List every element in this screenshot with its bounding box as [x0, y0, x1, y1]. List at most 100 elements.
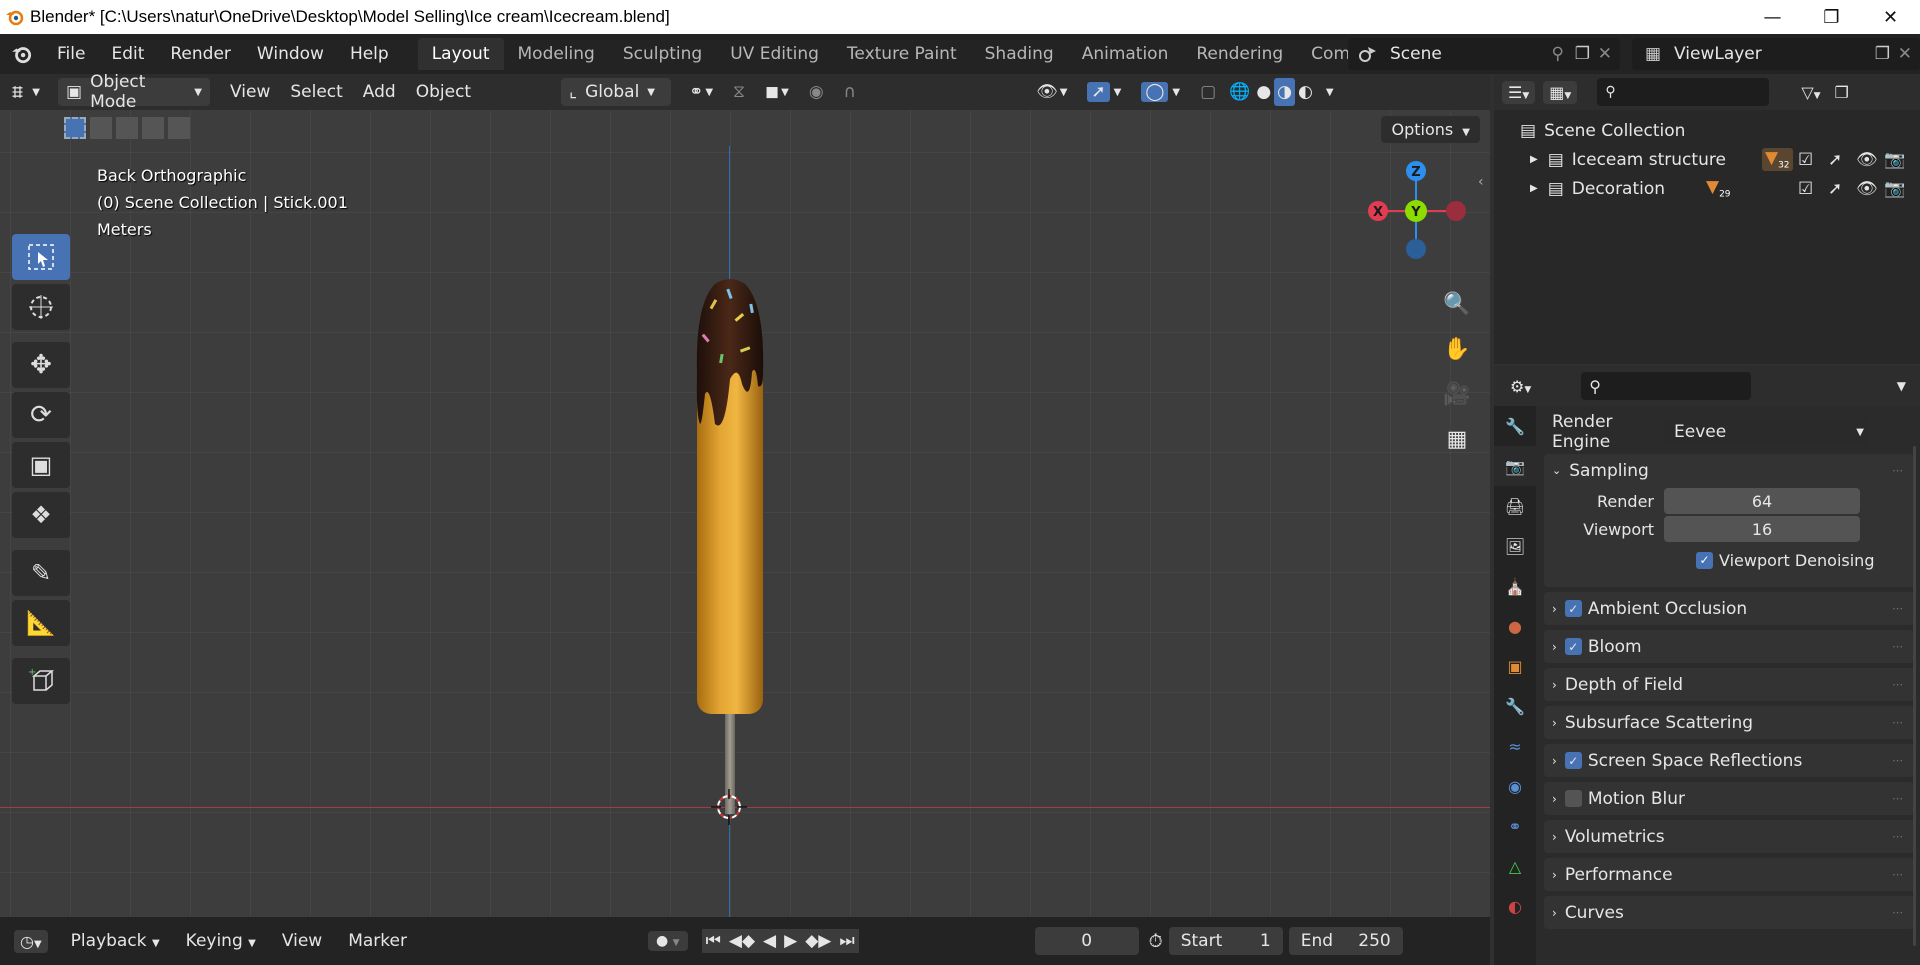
render-camera-icon[interactable]: 📷 — [1884, 179, 1905, 199]
panel-volumetrics[interactable]: › Volumetrics ⋯ — [1544, 820, 1914, 853]
drag-handle-icon[interactable]: ⋯ — [1892, 640, 1904, 653]
drag-handle-icon[interactable]: ⋯ — [1892, 754, 1904, 767]
timeline-menu-keying[interactable]: Keying ▼ — [173, 931, 269, 951]
transform-orientation-dropdown[interactable]: ⌞ Global ▼ — [561, 78, 672, 106]
sampling-panel-header[interactable]: ⌄ Sampling ⋯ — [1544, 454, 1914, 487]
drag-handle-icon[interactable]: ⋯ — [1892, 792, 1904, 805]
visibility-icon[interactable]: 👁 ▼ — [1026, 78, 1077, 106]
checkbox-checked-icon[interactable]: ✓ — [1564, 600, 1582, 617]
minimize-icon[interactable]: — — [1743, 0, 1802, 34]
xray-icon[interactable]: ▢ — [1190, 78, 1226, 106]
menu-help[interactable]: Help — [337, 44, 402, 64]
mode-dropdown[interactable]: ▣ Object Mode ▼ — [58, 74, 210, 112]
rotate-tool-icon[interactable]: ⟳ — [12, 392, 70, 438]
checkbox-unchecked-icon[interactable] — [1564, 790, 1582, 807]
tab-modeling[interactable]: Modeling — [504, 38, 609, 70]
visibility-eye-icon[interactable]: 👁 — [1856, 150, 1878, 170]
play-icon[interactable]: ▶ — [780, 929, 802, 953]
modifier-tab-icon[interactable]: 🔧 — [1494, 686, 1536, 726]
shading-material-icon[interactable]: ◑ — [1274, 78, 1296, 106]
proportional-edit-icon[interactable]: ◉ — [799, 78, 834, 106]
checkbox-checked-icon[interactable]: ✓ — [1564, 638, 1582, 655]
menu-edit[interactable]: Edit — [98, 44, 157, 64]
panel-ambient-occlusion[interactable]: › ✓ Ambient Occlusion ⋯ — [1544, 592, 1914, 625]
selectable-icon[interactable]: ➚ — [1828, 179, 1842, 199]
cursor-tool-icon[interactable] — [12, 284, 70, 330]
world-tab-icon[interactable]: ● — [1494, 606, 1536, 646]
visibility-eye-icon[interactable]: 👁 — [1856, 179, 1878, 199]
falloff-icon[interactable]: ∩ — [834, 78, 866, 106]
menu-file[interactable]: File — [44, 44, 98, 64]
shading-wireframe-icon[interactable]: 🌐 — [1226, 78, 1253, 106]
viewport-denoising-row[interactable]: ✓ Viewport Denoising — [1544, 543, 1914, 577]
constraints-tab-icon[interactable]: ⚭ — [1494, 806, 1536, 846]
filter-icon[interactable]: ▽▼ — [1801, 83, 1820, 102]
overlays-icon[interactable]: ◯ ▼ — [1131, 78, 1190, 106]
outliner-search-input[interactable]: ⚲ — [1597, 78, 1770, 106]
drag-handle-icon[interactable]: ⋯ — [1892, 868, 1904, 881]
jump-start-icon[interactable]: ⏮ — [701, 929, 725, 953]
editor-type-clock-icon[interactable]: ◷▼ — [14, 929, 48, 953]
render-camera-icon[interactable]: 📷 — [1884, 150, 1905, 170]
expand-arrow-icon[interactable]: ▶ — [1530, 183, 1538, 194]
outliner-editor-icon[interactable]: ☰▼ — [1502, 80, 1536, 104]
display-mode-icon[interactable]: ▦▼ — [1543, 80, 1578, 104]
viewport-samples-field[interactable]: 16 — [1664, 516, 1860, 542]
panel-curves[interactable]: › Curves ⋯ — [1544, 896, 1914, 929]
end-frame-field[interactable]: End 250 — [1288, 927, 1403, 955]
timeline-menu-marker[interactable]: Marker — [335, 931, 420, 951]
properties-scrollbar[interactable] — [1913, 446, 1916, 946]
restore-icon[interactable]: ❐ — [1802, 0, 1861, 34]
properties-editor-icon[interactable]: ⚙▼ — [1510, 377, 1531, 396]
exclude-checkbox[interactable]: ☑ — [1798, 179, 1813, 199]
3d-viewport[interactable]: ▼ ▣ Object Mode ▼ View Select Add Object… — [0, 74, 1490, 917]
sidebar-toggle-icon[interactable]: ‹ — [1478, 174, 1484, 190]
tab-texture-paint[interactable]: Texture Paint — [833, 38, 971, 70]
viewport-menu-object[interactable]: Object — [406, 78, 481, 106]
drag-handle-icon[interactable]: ⋯ — [1892, 464, 1904, 477]
tool-tab-icon[interactable]: 🔧 — [1494, 406, 1536, 446]
remove-viewlayer-icon[interactable]: ✕ — [1898, 44, 1912, 64]
new-collection-icon[interactable]: ❐ — [1835, 83, 1849, 102]
viewlayer-selector[interactable]: ▦ ViewLayer ❐ ✕ — [1632, 38, 1920, 70]
current-frame-field[interactable]: 0 — [1034, 927, 1139, 955]
panel-subsurface-scattering[interactable]: › Subsurface Scattering ⋯ — [1544, 706, 1914, 739]
remove-scene-icon[interactable]: ✕ — [1598, 44, 1612, 64]
checkbox-checked-icon[interactable]: ✓ — [1564, 752, 1582, 769]
drag-handle-icon[interactable]: ⋯ — [1892, 830, 1904, 843]
gizmo-toggle-icon[interactable]: ➚ ▼ — [1077, 78, 1131, 106]
select-box-subtract-icon[interactable] — [116, 117, 138, 139]
physics-tab-icon[interactable]: ◉ — [1494, 766, 1536, 806]
snap-target-icon[interactable]: ◼ ▼ — [755, 78, 799, 106]
tab-rendering[interactable]: Rendering — [1182, 38, 1297, 70]
outliner-root[interactable]: ▤ Scene Collection — [1494, 116, 1920, 145]
output-tab-icon[interactable]: 🖨 — [1494, 486, 1536, 526]
jump-end-icon[interactable]: ⏭ — [835, 929, 859, 953]
stopwatch-icon[interactable]: ⏱ — [1149, 931, 1163, 952]
expand-arrow-icon[interactable]: ▶ — [1530, 154, 1538, 165]
object-tab-icon[interactable]: ▣ — [1494, 646, 1536, 686]
shading-rendered-icon[interactable]: ◐ — [1295, 78, 1316, 106]
snap-icon[interactable]: ⧖ — [723, 78, 755, 106]
timeline-menu-playback[interactable]: Playback ▼ — [58, 931, 173, 951]
tab-uv-editing[interactable]: UV Editing — [716, 38, 833, 70]
outliner-item[interactable]: ▶ ▤ Iceceam structure ▼32 ☑ ➚ 👁 📷 — [1494, 145, 1920, 174]
move-tool-icon[interactable]: ✥ — [12, 342, 70, 388]
tab-layout[interactable]: Layout — [417, 38, 504, 70]
properties-options-icon[interactable]: ▼ — [1897, 379, 1906, 393]
panel-depth-of-field[interactable]: › Depth of Field ⋯ — [1544, 668, 1914, 701]
checkbox-checked-icon[interactable]: ✓ — [1696, 551, 1713, 569]
pin-icon[interactable]: ⚲ — [1552, 44, 1564, 64]
panel-performance[interactable]: › Performance ⋯ — [1544, 858, 1914, 891]
properties-search-input[interactable]: ⚲ — [1581, 372, 1752, 400]
menu-window[interactable]: Window — [244, 44, 337, 64]
menu-render[interactable]: Render — [157, 44, 244, 64]
new-viewlayer-icon[interactable]: ❐ — [1875, 44, 1890, 64]
measure-tool-icon[interactable]: 📐 — [12, 600, 70, 646]
outliner-item[interactable]: ▶ ▤ Decoration ▼29 ☑ ➚ 👁 📷 — [1494, 174, 1920, 203]
viewport-menu-view[interactable]: View — [220, 78, 280, 106]
panel-screen-space-reflections[interactable]: › ✓ Screen Space Reflections ⋯ — [1544, 744, 1914, 777]
start-frame-field[interactable]: Start 1 — [1168, 927, 1283, 955]
scale-tool-icon[interactable]: ▣ — [12, 442, 70, 488]
drag-handle-icon[interactable]: ⋯ — [1892, 716, 1904, 729]
